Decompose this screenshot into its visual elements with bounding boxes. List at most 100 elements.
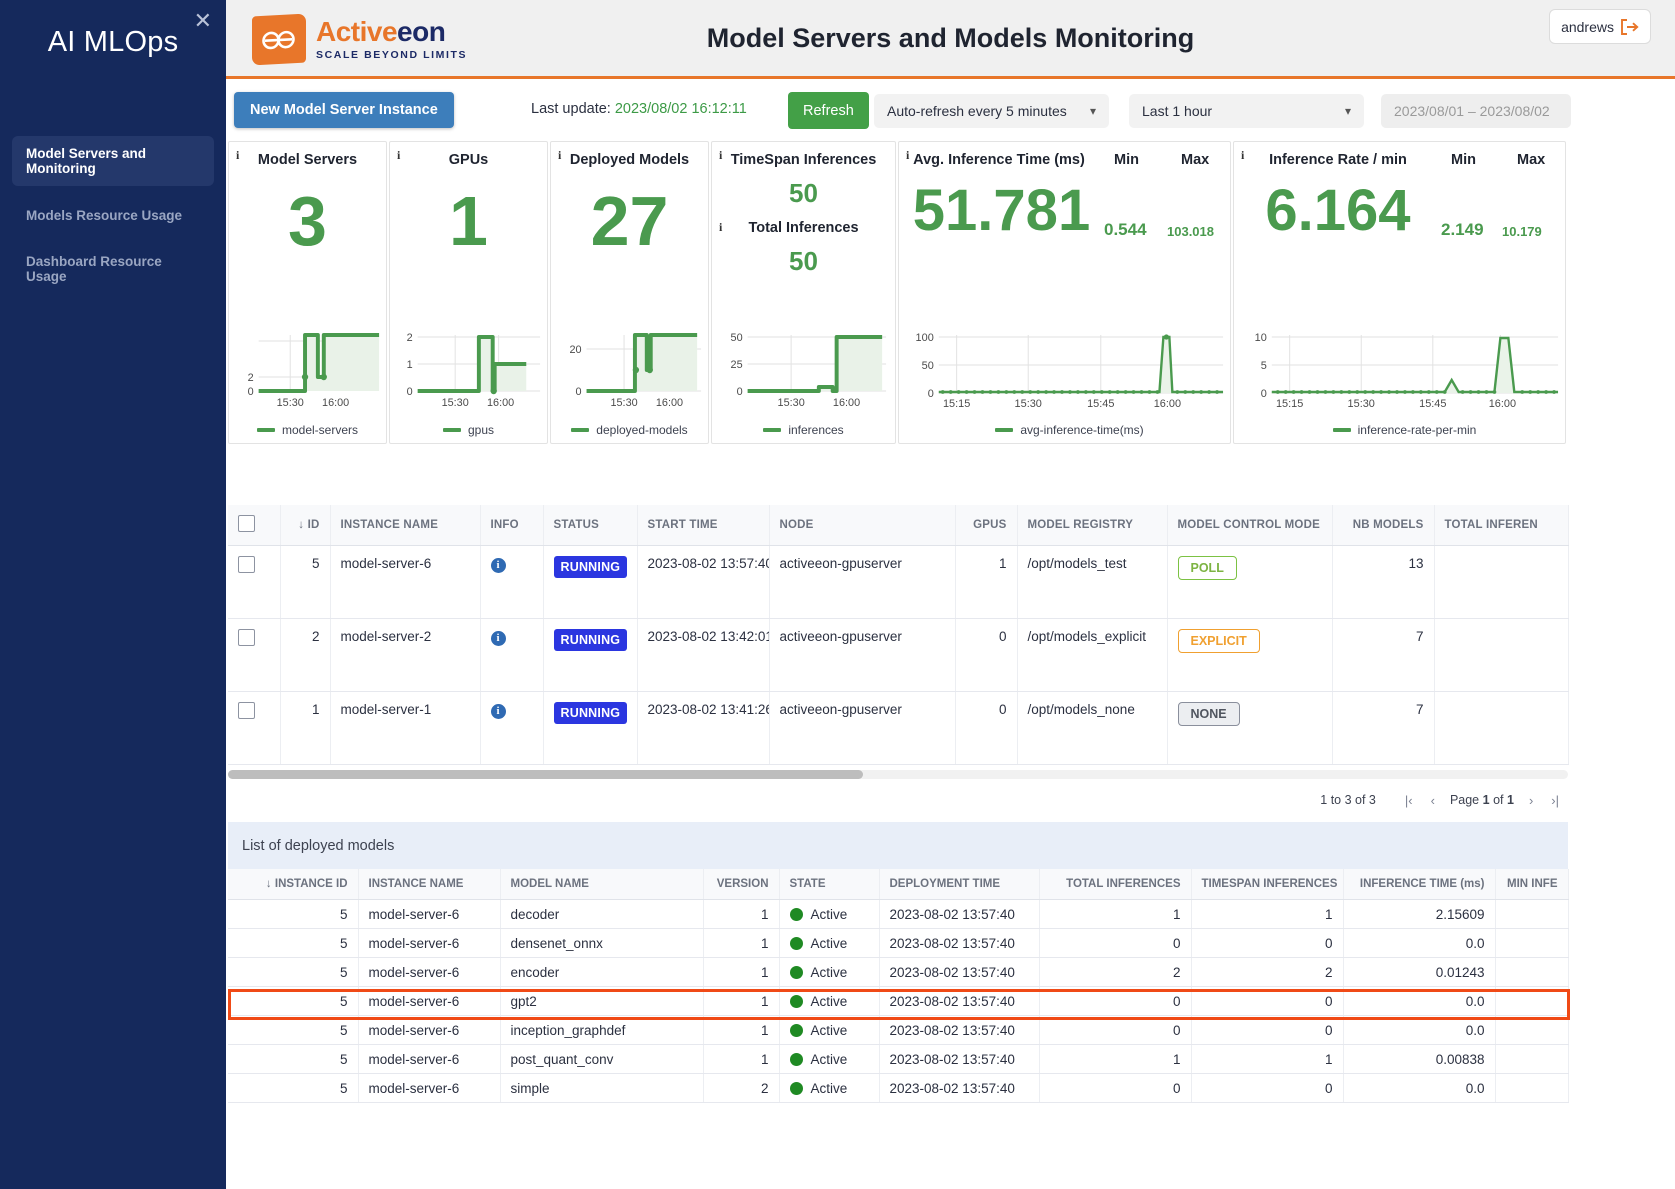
column-header-gpus[interactable]: GPUS — [955, 505, 1018, 546]
auto-refresh-select[interactable]: Auto-refresh every 5 minutes ▾ — [874, 94, 1109, 128]
column-header-deployment-time[interactable]: DEPLOYMENT TIME — [879, 869, 1040, 900]
column-header-nb-models[interactable]: NB MODELS — [1332, 505, 1435, 546]
column-header-instance-name[interactable]: INSTANCE NAME — [330, 505, 481, 546]
scrollbar-track[interactable] — [228, 770, 1568, 779]
cell-gpus: 1 — [955, 545, 1018, 619]
cell-inference-time: 0.01243 — [1343, 957, 1496, 987]
table-row[interactable]: 5 model-server-6 encoder 1 Active 2023-08-02 … — [228, 957, 1569, 987]
row-checkbox-cell[interactable] — [228, 691, 281, 765]
svg-text:15:30: 15:30 — [277, 397, 304, 409]
row-checkbox-cell[interactable] — [228, 618, 281, 692]
column-header-start-time[interactable]: START TIME — [637, 505, 770, 546]
sparkline-inference-rate: 0 5 10 15:15 15:30 15:45 16:00 — [1255, 332, 1559, 409]
table-row[interactable]: 1 model-server-1 i RUNNING 2023-08-02 13… — [228, 691, 1569, 765]
sidebar-item-label: Models Resource Usage — [26, 207, 183, 223]
sidebar-item-model-servers-and-monitoring[interactable]: Model Servers and Monitoring — [12, 136, 214, 186]
info-icon[interactable]: i — [558, 148, 561, 163]
select-all-checkbox[interactable] — [238, 515, 255, 532]
column-header-timespan-inferences[interactable]: TIMESPAN INFERENCES — [1191, 869, 1344, 900]
app-header: Activeeon SCALE BEYOND LIMITS Model Serv… — [226, 0, 1675, 79]
scrollbar-thumb[interactable] — [228, 770, 863, 779]
sidebar-item-dashboard-resource-usage[interactable]: Dashboard Resource Usage — [12, 244, 214, 294]
cell-model-control-mode: EXPLICIT — [1167, 618, 1333, 692]
column-header-total-inferences[interactable]: TOTAL INFEREN — [1434, 505, 1569, 546]
kpi-value: 27 — [590, 182, 669, 260]
column-header-info[interactable]: INFO — [480, 505, 544, 546]
column-header-min-inference[interactable]: MIN INFE — [1495, 869, 1569, 900]
user-menu-button[interactable]: andrews — [1549, 9, 1651, 44]
row-checkbox[interactable] — [238, 702, 255, 719]
column-header-id[interactable]: ↓ ID — [280, 505, 331, 546]
page-next-icon[interactable]: › — [1520, 793, 1542, 808]
svg-text:0: 0 — [407, 386, 413, 398]
cell-info[interactable]: i — [480, 545, 544, 619]
cell-version: 1 — [703, 1044, 780, 1074]
row-checkbox[interactable] — [238, 629, 255, 646]
column-header-model-control-mode[interactable]: MODEL CONTROL MODE — [1167, 505, 1333, 546]
table-row[interactable]: 5 model-server-6 post_quant_conv 1 Active 202… — [228, 1044, 1569, 1074]
activeeon-logo[interactable]: Activeeon SCALE BEYOND LIMITS — [252, 13, 467, 66]
info-icon[interactable]: i — [397, 148, 400, 163]
page-prev-icon[interactable]: ‹ — [1422, 793, 1444, 808]
legend-swatch — [442, 428, 461, 432]
column-header-inference-time[interactable]: INFERENCE TIME (ms) — [1343, 869, 1496, 900]
column-header-total-inferences[interactable]: TOTAL INFERENCES — [1039, 869, 1192, 900]
table-row[interactable]: 5 model-server-6 densenet_onnx 1 Active 2023-… — [228, 928, 1569, 958]
kpi-title: TimeSpan Inferences — [730, 152, 877, 168]
date-range-input[interactable]: 2023/08/01 – 2023/08/02 — [1381, 94, 1571, 128]
table-row[interactable]: 5 model-server-6 i RUNNING 2023-08-02 13… — [228, 545, 1569, 619]
table-row[interactable]: 5 model-server-6 gpt2 1 Active 2023-08-02 13:… — [228, 986, 1569, 1016]
sidebar-item-models-resource-usage[interactable]: Models Resource Usage — [12, 190, 214, 240]
info-icon[interactable]: i — [1241, 148, 1244, 163]
page-last-icon[interactable]: ›| — [1542, 793, 1568, 808]
column-header-state[interactable]: STATE — [779, 869, 880, 900]
cell-deployment-time: 2023-08-02 13:57:40 — [879, 1044, 1040, 1074]
table-row[interactable]: 5 model-server-6 inception_graphdef 1 Active… — [228, 1015, 1569, 1045]
svg-text:16:00: 16:00 — [1154, 398, 1181, 409]
info-icon[interactable]: i — [719, 220, 722, 235]
cell-info[interactable]: i — [480, 618, 544, 692]
cell-state: Active — [779, 1073, 880, 1103]
cell-instance-name: model-server-6 — [358, 928, 501, 958]
table-row[interactable]: 2 model-server-2 i RUNNING 2023-08-02 13… — [228, 618, 1569, 692]
cell-version: 1 — [703, 1015, 780, 1045]
cell-instance-name: model-server-6 — [358, 1073, 501, 1103]
info-icon[interactable]: i — [719, 148, 722, 163]
sparkline-deployed-models: 0 20 15:30 16:00 — [570, 333, 702, 409]
cell-instance-id: 5 — [228, 928, 359, 958]
column-header-model-registry[interactable]: MODEL REGISTRY — [1017, 505, 1168, 546]
row-checkbox-cell[interactable] — [228, 545, 281, 619]
select-all-header[interactable] — [228, 505, 281, 546]
column-header-model-name[interactable]: MODEL NAME — [500, 869, 704, 900]
legend-label: model-servers — [281, 423, 359, 437]
svg-text:16:00: 16:00 — [1489, 398, 1516, 409]
table-row[interactable]: 5 model-server-6 simple 2 Active 2023-08-02 1… — [228, 1073, 1569, 1103]
last-update-label: Last update: — [531, 101, 611, 117]
new-model-server-instance-button[interactable]: New Model Server Instance — [234, 92, 454, 128]
cell-info[interactable]: i — [480, 691, 544, 765]
info-icon[interactable]: i — [490, 630, 506, 646]
cell-version: 2 — [703, 1073, 780, 1103]
page-first-icon[interactable]: |‹ — [1396, 793, 1422, 808]
column-header-instance-name[interactable]: INSTANCE NAME — [358, 869, 501, 900]
cell-model-name: densenet_onnx — [500, 928, 704, 958]
refresh-button[interactable]: Refresh — [788, 92, 869, 129]
status-badge: RUNNING — [553, 629, 628, 651]
info-icon[interactable]: i — [236, 148, 239, 163]
logout-icon[interactable] — [1620, 18, 1639, 35]
info-icon[interactable]: i — [906, 148, 909, 163]
state-badge: Active — [789, 994, 869, 1009]
time-range-select[interactable]: Last 1 hour ▾ — [1129, 94, 1364, 128]
logo-text-secondary: eon — [397, 16, 446, 47]
column-header-instance-id[interactable]: ↓ INSTANCE ID — [228, 869, 359, 900]
info-icon[interactable]: i — [490, 703, 506, 719]
info-icon[interactable]: i — [490, 557, 506, 573]
row-checkbox[interactable] — [238, 556, 255, 573]
kpi-title: Inference Rate / min — [1269, 152, 1407, 168]
table-row[interactable]: 5 model-server-6 decoder 1 Active 2023-08-02 … — [228, 899, 1569, 929]
svg-text:0: 0 — [576, 386, 582, 398]
horizontal-scrollbar[interactable] — [228, 770, 1568, 782]
column-header-version[interactable]: VERSION — [703, 869, 780, 900]
column-header-status[interactable]: STATUS — [543, 505, 638, 546]
column-header-node[interactable]: NODE — [769, 505, 956, 546]
